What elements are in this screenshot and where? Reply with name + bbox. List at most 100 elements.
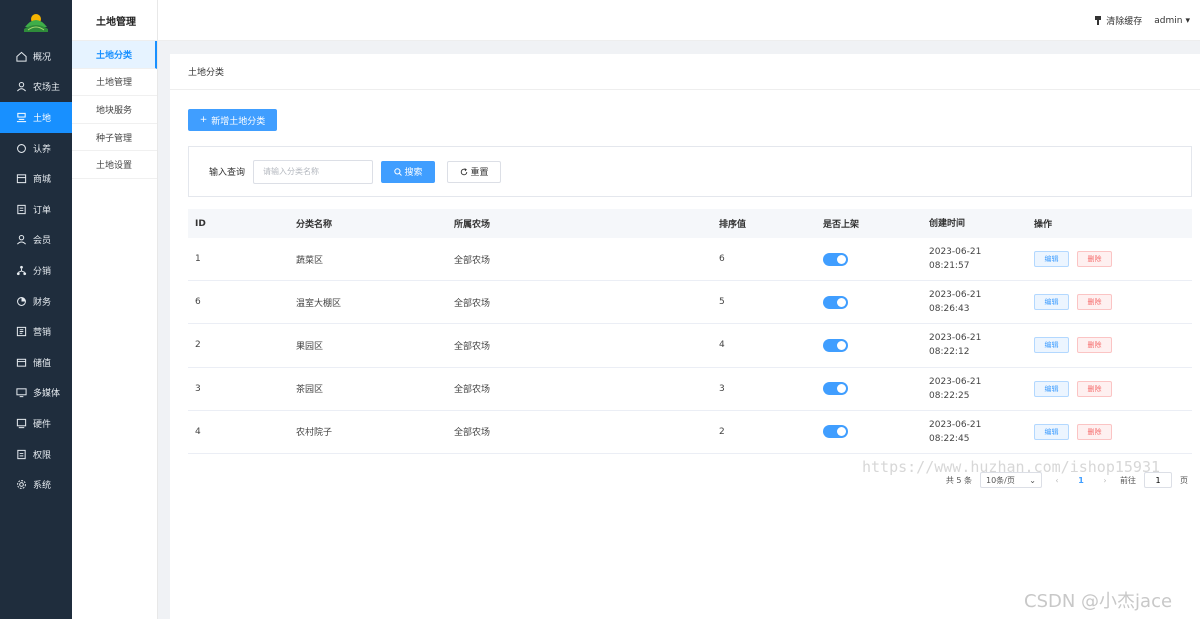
col-actions: 操作 [1034,220,1053,230]
prev-page-button[interactable]: ‹ [1050,476,1064,485]
cell-sort: 3 [719,383,725,394]
sidebar-item-3[interactable]: 认养 [0,133,72,164]
on-shelf-toggle[interactable] [823,338,848,352]
col-on-shelf: 是否上架 [823,220,860,230]
sidebar-item-0[interactable]: 概况 [0,41,72,72]
subnav-item-3[interactable]: 种子管理 [72,124,157,152]
created-clock: 08:26:43 [929,304,970,315]
edit-button[interactable]: 编辑 [1034,337,1069,354]
cell-actions: 编辑 删除 [1034,251,1184,268]
order-icon [15,203,27,215]
sidebar-item-label: 农场主 [33,83,61,94]
cell-id: 4 [195,426,201,437]
col-id: ID [195,218,206,229]
created-date: 2023-06-21 [929,376,982,387]
wallet-icon [15,356,27,368]
col-name: 分类名称 [296,220,333,230]
sidebar-item-label: 分销 [33,266,52,277]
cell-sort: 2 [719,426,725,437]
csdn-watermark: CSDN @小杰jace [1024,591,1173,612]
sidebar-item-6[interactable]: 会员 [0,225,72,256]
sidebar-item-label: 财务 [33,297,52,308]
cell-farm: 全部农场 [454,385,491,396]
search-icon [393,167,402,176]
created-date: 2023-06-21 [929,290,982,301]
edit-button[interactable]: 编辑 [1034,251,1069,268]
sidebar-item-14[interactable]: 系统 [0,469,72,500]
edit-button[interactable]: 编辑 [1034,380,1069,397]
cell-actions: 编辑 删除 [1034,380,1184,397]
filter-panel: 输入查询 搜索 重置 [188,146,1192,197]
sidebar-item-9[interactable]: 营销 [0,316,72,347]
created-clock: 08:22:45 [929,433,970,444]
cell-created-time: 2023-06-21 08:22:45 [929,418,1034,446]
cell-id: 6 [195,297,201,308]
sidebar-item-4[interactable]: 商城 [0,163,72,194]
logo[interactable] [0,0,72,41]
search-button[interactable]: 搜索 [381,160,436,183]
sidebar-item-label: 营销 [33,328,52,339]
subnav-item-4[interactable]: 土地设置 [72,151,157,179]
next-page-button[interactable]: › [1098,476,1112,485]
on-shelf-toggle[interactable] [823,252,848,266]
sidebar-item-label: 硬件 [33,419,52,430]
cell-name: 茶园区 [296,385,324,396]
col-created-time: 创建时间 [929,218,966,229]
created-clock: 08:22:25 [929,390,970,401]
main-sidebar: 概况农场主土地 认养 商城订单会员分销财务营销储值多媒体硬件权限系统 [0,0,72,619]
sidebar-item-2[interactable]: 土地 [0,102,72,133]
user-menu[interactable]: admin ▾ [1154,16,1190,26]
sidebar-item-10[interactable]: 储值 [0,347,72,378]
edit-button[interactable]: 编辑 [1034,294,1069,311]
delete-button[interactable]: 删除 [1077,337,1112,354]
cell-created-time: 2023-06-21 08:26:43 [929,288,1034,316]
clear-cache-button[interactable]: 清除缓存 [1094,14,1142,27]
delete-button[interactable]: 删除 [1077,380,1112,397]
cell-on-shelf [823,338,929,352]
sidebar-item-1[interactable]: 农场主 [0,72,72,103]
reset-button[interactable]: 重置 [447,160,502,183]
sidebar-item-12[interactable]: 硬件 [0,408,72,439]
gear-icon [15,479,27,491]
clear-cache-label: 清除缓存 [1106,17,1143,27]
land-icon [15,111,27,123]
url-watermark: https://www.huzhan.com/ishop15931 [862,458,1161,476]
page-title: 土地分类 [170,54,1200,90]
user-name: admin [1154,15,1183,26]
on-shelf-toggle[interactable] [823,382,848,396]
cell-name: 温室大棚区 [296,298,342,309]
cell-sort: 5 [719,297,725,308]
sidebar-item-7[interactable]: 分销 [0,255,72,286]
sidebar-item-label: 订单 [33,205,52,216]
sidebar-item-13[interactable]: 权限 [0,439,72,470]
brush-icon [1095,16,1102,25]
subnav-item-0[interactable]: 土地分类 [72,41,157,69]
delete-button[interactable]: 删除 [1077,294,1112,311]
cell-on-shelf [823,252,929,266]
edit-button[interactable]: 编辑 [1034,423,1069,440]
delete-button[interactable]: 删除 [1077,251,1112,268]
member-icon [15,234,27,246]
sidebar-item-11[interactable]: 多媒体 [0,378,72,409]
sidebar-item-5[interactable]: 订单 [0,194,72,225]
table-header: ID 分类名称 所属农场 排序值 是否上架 创建时间 操作 [188,209,1192,238]
subnav-item-2[interactable]: 地块服务 [72,96,157,124]
created-date: 2023-06-21 [929,333,982,344]
cell-created-time: 2023-06-21 08:21:57 [929,245,1034,273]
add-category-button[interactable]: + 新增土地分类 [188,109,277,131]
finance-icon [15,295,27,307]
sidebar-item-8[interactable]: 财务 [0,286,72,317]
cell-sort: 4 [719,340,725,351]
farm-logo-icon [24,13,48,32]
category-search-input[interactable] [253,159,374,184]
created-clock: 08:21:57 [929,261,970,272]
sidebar-item-label: 权限 [33,450,52,461]
on-shelf-toggle[interactable] [823,295,848,309]
on-shelf-toggle[interactable] [823,425,848,439]
sidebar-item-label: 多媒体 [33,389,61,400]
caret-down-icon: ▾ [1185,15,1190,26]
cell-name: 蔬菜区 [296,255,324,266]
page-number-1[interactable]: 1 [1072,476,1090,485]
delete-button[interactable]: 删除 [1077,423,1112,440]
subnav-item-1[interactable]: 土地管理 [72,69,157,97]
